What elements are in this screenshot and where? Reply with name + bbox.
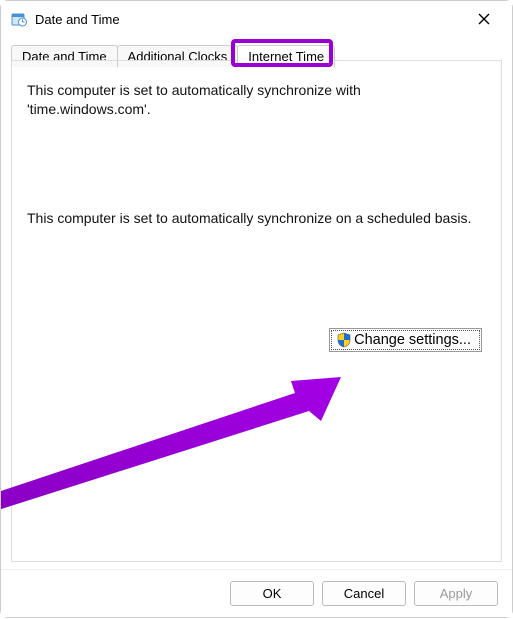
titlebar: Date and Time: [1, 1, 512, 37]
dialog-footer: OK Cancel Apply: [1, 569, 512, 617]
tab-label: Internet Time: [248, 49, 324, 64]
sync-server-text: This computer is set to automatically sy…: [27, 81, 486, 119]
window-title: Date and Time: [35, 12, 120, 27]
date-time-icon: [11, 11, 27, 27]
change-settings-row: Change settings...: [27, 328, 486, 352]
cancel-button[interactable]: Cancel: [322, 581, 406, 606]
close-button[interactable]: [464, 5, 504, 33]
sync-schedule-text: This computer is set to automatically sy…: [27, 209, 486, 228]
uac-shield-icon: [336, 332, 352, 348]
button-label: Cancel: [344, 586, 384, 601]
button-label: Apply: [440, 586, 473, 601]
change-settings-button[interactable]: Change settings...: [329, 328, 482, 352]
tab-panel-internet-time: This computer is set to automatically sy…: [11, 61, 502, 562]
button-label: OK: [263, 586, 282, 601]
tab-internet-time[interactable]: Internet Time: [237, 45, 335, 67]
apply-button[interactable]: Apply: [414, 581, 498, 606]
ok-button[interactable]: OK: [230, 581, 314, 606]
change-settings-label: Change settings...: [354, 332, 471, 348]
